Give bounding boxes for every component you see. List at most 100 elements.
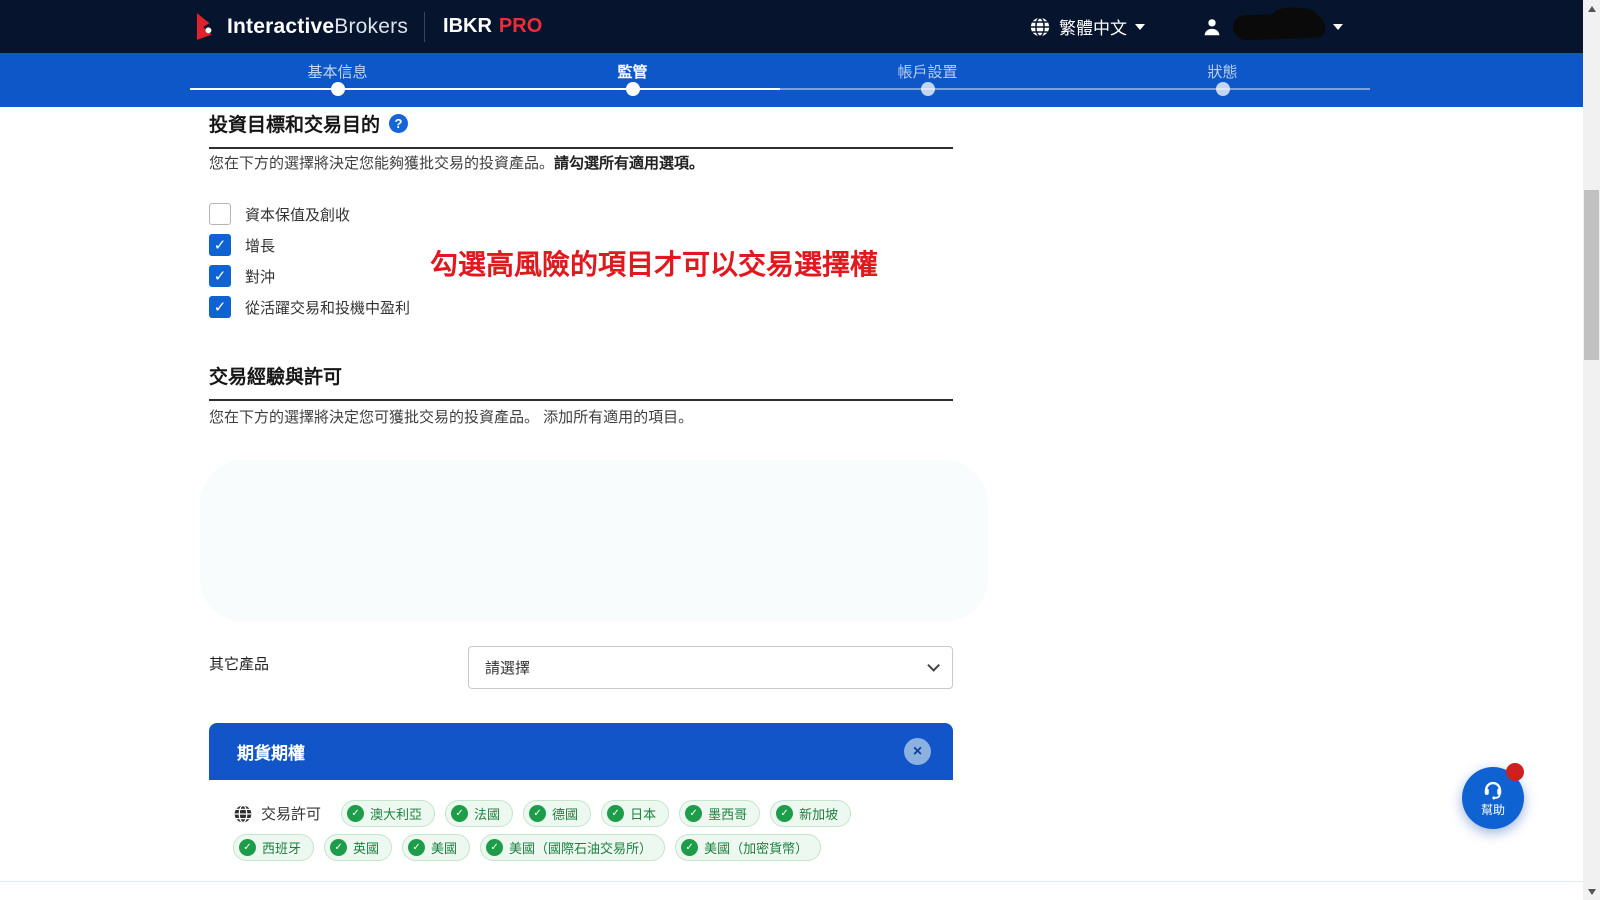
check-circle-icon: ✓ xyxy=(239,839,256,856)
permission-pill-label: 澳大利亞 xyxy=(370,804,422,823)
globe-icon xyxy=(233,804,253,824)
select-value: 請選擇 xyxy=(485,657,530,678)
select-chevron-icon xyxy=(927,659,940,672)
trading-permission-label-group: 交易許可 xyxy=(233,803,321,824)
check-circle-icon: ✓ xyxy=(408,839,425,856)
progress-step-dot xyxy=(626,82,640,96)
objective-option-row[interactable]: ✓ 對沖 xyxy=(209,265,410,287)
checkbox[interactable]: ✓ xyxy=(209,234,231,256)
progress-step-label: 基本信息 xyxy=(190,61,485,82)
help-question-icon[interactable]: ? xyxy=(389,114,408,133)
triangle-up-icon xyxy=(1588,6,1596,12)
plan-tier: PRO xyxy=(499,15,542,37)
checkbox[interactable]: ✓ xyxy=(209,203,231,225)
permission-pill: ✓ 美國（國際石油交易所） xyxy=(480,834,665,861)
headset-icon xyxy=(1481,778,1505,800)
objectives-description: 您在下方的選擇將決定您能夠獲批交易的投資產品。請勾選所有適用選項。 xyxy=(209,152,953,173)
permission-pill: ✓ 日本 xyxy=(601,800,669,827)
progress-step-dot xyxy=(921,82,935,96)
permissions-wrap: 交易許可 ✓ 澳大利亞 ✓ 法國 ✓ 德國 ✓ 日本 ✓ xyxy=(233,800,929,861)
risk-annotation-text: 勾選高風險的項目才可以交易選擇權 xyxy=(430,243,878,283)
close-icon[interactable]: × xyxy=(904,738,931,765)
triangle-down-icon xyxy=(1588,889,1596,895)
check-circle-icon: ✓ xyxy=(776,805,793,822)
scrollbar-down-arrow[interactable] xyxy=(1583,883,1600,900)
objective-option-label: 增長 xyxy=(245,235,275,256)
globe-icon xyxy=(1029,16,1051,38)
header-divider xyxy=(424,12,425,42)
trading-permission-label: 交易許可 xyxy=(261,803,321,824)
permission-pill-label: 英國 xyxy=(353,838,379,857)
ib-flame-icon xyxy=(195,11,218,42)
scrollbar-up-arrow[interactable] xyxy=(1583,0,1600,17)
futures-panel-header: 期貨期權 × xyxy=(209,723,953,780)
permission-pill-label: 墨西哥 xyxy=(708,804,747,823)
objective-option-label: 對沖 xyxy=(245,266,275,287)
progress-step[interactable]: 狀態 xyxy=(1075,53,1370,107)
chevron-down-icon xyxy=(1333,24,1343,30)
scrollbar-thumb[interactable] xyxy=(1584,190,1599,360)
checkbox[interactable]: ✓ xyxy=(209,265,231,287)
language-selector[interactable]: 繁體中文 xyxy=(1029,14,1145,39)
progress-step[interactable]: 基本信息 xyxy=(190,53,485,107)
check-circle-icon: ✓ xyxy=(685,805,702,822)
permission-pill: ✓ 美國 xyxy=(402,834,470,861)
scrollbar-track[interactable] xyxy=(1583,0,1600,900)
objectives-section-title: 投資目標和交易目的 ? xyxy=(209,110,953,149)
user-icon xyxy=(1201,16,1223,38)
experience-section-title: 交易經驗與許可 xyxy=(209,362,953,401)
permission-pill: ✓ 英國 xyxy=(324,834,392,861)
permission-pill: ✓ 法國 xyxy=(445,800,513,827)
objectives-description-bold: 請勾選所有適用選項。 xyxy=(554,155,704,172)
check-circle-icon: ✓ xyxy=(347,805,364,822)
permission-pill: ✓ 新加坡 xyxy=(770,800,851,827)
other-products-select[interactable]: 請選擇 xyxy=(468,646,953,689)
redacted-username xyxy=(1233,12,1326,40)
permission-pill-label: 日本 xyxy=(630,804,656,823)
check-circle-icon: ✓ xyxy=(607,805,624,822)
permission-pill: ✓ 墨西哥 xyxy=(679,800,760,827)
brand-logo[interactable]: InteractiveBrokers xyxy=(195,11,408,42)
user-menu[interactable] xyxy=(1201,14,1343,39)
header-right: 繁體中文 xyxy=(1029,14,1343,39)
futures-options-panel: 期貨期權 × 交易許可 ✓ 澳大利亞 xyxy=(209,723,953,881)
check-circle-icon: ✓ xyxy=(486,839,503,856)
objective-option-row[interactable]: ✓ 增長 xyxy=(209,234,410,256)
permission-pill-label: 法國 xyxy=(474,804,500,823)
check-circle-icon: ✓ xyxy=(330,839,347,856)
permission-pill-label: 新加坡 xyxy=(799,804,838,823)
progress-step-label: 監管 xyxy=(485,61,780,82)
progress-step-dot xyxy=(1216,82,1230,96)
objectives-checklist: ✓ 資本保值及創收 ✓ 增長 ✓ 對沖 ✓ 從活躍交易和投機中盈利 xyxy=(209,203,410,327)
objective-option-row[interactable]: ✓ 資本保值及創收 xyxy=(209,203,410,225)
objective-option-label: 從活躍交易和投機中盈利 xyxy=(245,297,410,318)
check-circle-icon: ✓ xyxy=(681,839,698,856)
checkbox[interactable]: ✓ xyxy=(209,296,231,318)
objective-option-row[interactable]: ✓ 從活躍交易和投機中盈利 xyxy=(209,296,410,318)
chevron-down-icon xyxy=(1135,24,1145,30)
plan-badge: IBKRPRO xyxy=(443,15,542,38)
permission-pill-label: 美國（國際石油交易所） xyxy=(509,838,652,857)
experience-title-text: 交易經驗與許可 xyxy=(209,362,342,389)
progress-step[interactable]: 監管 xyxy=(485,53,780,107)
progress-step[interactable]: 帳戶設置 xyxy=(780,53,1075,107)
brand-name: InteractiveBrokers xyxy=(227,15,408,39)
help-fab-label: 幫助 xyxy=(1481,801,1505,818)
top-navbar: InteractiveBrokers IBKRPRO 繁體中文 xyxy=(0,0,1583,53)
page-canvas: InteractiveBrokers IBKRPRO 繁體中文 xyxy=(0,0,1600,900)
permission-pill-label: 美國 xyxy=(431,838,457,857)
progress-step-dot xyxy=(331,82,345,96)
brand-name-bold: Interactive xyxy=(227,15,334,38)
futures-panel-body: 交易許可 ✓ 澳大利亞 ✓ 法國 ✓ 德國 ✓ 日本 ✓ xyxy=(209,780,953,877)
objectives-title-text: 投資目標和交易目的 xyxy=(209,110,380,137)
check-icon: ✓ xyxy=(214,300,227,315)
progress-steps: 基本信息 監管 帳戶設置 狀態 xyxy=(190,53,1370,107)
other-products-label: 其它產品 xyxy=(209,653,269,674)
progress-stepper: 基本信息 監管 帳戶設置 狀態 xyxy=(190,53,1370,107)
check-icon: ✓ xyxy=(214,269,227,284)
progress-step-label: 狀態 xyxy=(1075,61,1370,82)
objectives-description-regular: 您在下方的選擇將決定您能夠獲批交易的投資產品。 xyxy=(209,155,554,172)
objective-option-label: 資本保值及創收 xyxy=(245,204,350,225)
check-circle-icon: ✓ xyxy=(529,805,546,822)
futures-panel-title: 期貨期權 xyxy=(237,739,305,764)
